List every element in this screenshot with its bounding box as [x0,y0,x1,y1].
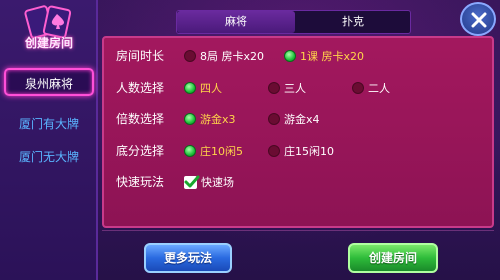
more-games-button[interactable]: 更多玩法 [144,243,232,273]
option-dealer-10-idle-5[interactable]: 庄10闲5 [184,141,243,161]
players-label: 人数选择 [116,81,165,95]
option-youjin-x4[interactable]: 游金x4 [268,109,320,129]
option-label: 游金x4 [284,113,320,126]
close-icon [471,12,487,28]
sidebar-item-xiamen-with-big[interactable]: 厦门有大牌 [4,110,94,138]
sidebar: 创建房间 泉州麻将 厦门有大牌 厦门无大牌 [0,0,98,280]
sidebar-item-label: 厦门有大牌 [18,117,79,131]
multiplier-row: 倍数选择 游金x3 游金x4 [104,109,496,129]
room-duration-label: 房间时长 [116,49,165,63]
tab-mahjong[interactable]: 麻将 [177,11,295,33]
option-label: 四人 [200,82,222,95]
option-label: 庄15闲10 [284,145,334,158]
option-four-players[interactable]: 四人 [184,78,222,98]
option-1-lesson[interactable]: 1课 房卡x20 [284,46,364,66]
option-label: 快速场 [201,176,234,189]
divider [102,230,494,231]
option-youjin-x3[interactable]: 游金x3 [184,109,236,129]
base-score-row: 底分选择 庄10闲5 庄15闲10 [104,141,496,161]
radio-unselected-icon [268,113,280,125]
option-label: 庄10闲5 [200,145,243,158]
option-label: 8局 房卡x20 [200,50,265,63]
radio-unselected-icon [352,82,364,94]
quick-play-row: 快速玩法 快速场 [104,172,496,192]
players-row: 人数选择 四人 三人 二人 [104,78,496,98]
radio-selected-icon [184,82,196,94]
option-quick-mode[interactable]: 快速场 [184,172,234,192]
option-three-players[interactable]: 三人 [268,78,306,98]
radio-selected-icon [184,113,196,125]
sidebar-item-xiamen-no-big[interactable]: 厦门无大牌 [4,143,94,171]
option-two-players[interactable]: 二人 [352,78,390,98]
base-score-label: 底分选择 [116,144,165,158]
room-duration-row: 房间时长 8局 房卡x20 1课 房卡x20 [104,46,496,66]
checkmark-icon [184,175,200,187]
option-8-rounds[interactable]: 8局 房卡x20 [184,46,264,66]
radio-selected-icon [184,145,196,157]
close-button[interactable] [460,2,496,36]
options-panel: 房间时长 8局 房卡x20 1课 房卡x20 人数选择 四人 三人 二人 倍数选… [102,36,494,228]
option-label: 二人 [368,82,390,95]
radio-unselected-icon [268,82,280,94]
game-type-tabs: 麻将 扑克 [176,10,411,34]
option-label: 1课 房卡x20 [300,50,365,63]
option-dealer-15-idle-10[interactable]: 庄15闲10 [268,141,334,161]
create-room-button[interactable]: 创建房间 [348,243,438,273]
radio-selected-icon [284,50,296,62]
radio-unselected-icon [268,145,280,157]
sidebar-item-quanzhou-mahjong[interactable]: 泉州麻将 [4,68,94,96]
sidebar-item-label: 泉州麻将 [24,77,73,91]
radio-unselected-icon [184,50,196,62]
quick-play-label: 快速玩法 [116,175,165,189]
sidebar-item-label: 厦门无大牌 [18,150,79,164]
create-room-title: 创建房间 [24,36,73,50]
tab-poker[interactable]: 扑克 [295,11,411,33]
multiplier-label: 倍数选择 [116,112,165,126]
option-label: 三人 [284,82,306,95]
option-label: 游金x3 [200,113,236,126]
checkbox-checked-icon [184,175,200,189]
